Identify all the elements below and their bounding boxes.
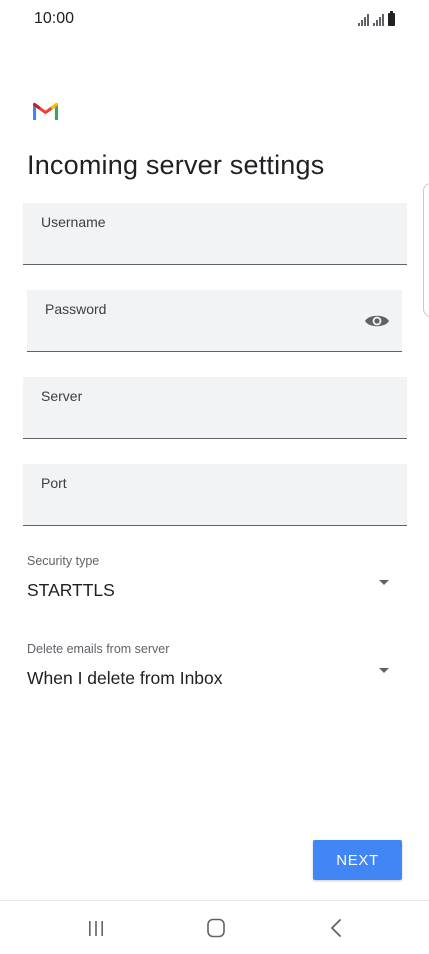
- port-input[interactable]: [41, 499, 363, 517]
- security-type-label: Security type: [27, 554, 100, 568]
- next-button[interactable]: NEXT: [313, 840, 402, 880]
- gmail-logo: [33, 102, 58, 120]
- edge-panel-handle[interactable]: [423, 183, 429, 317]
- server-field[interactable]: Server: [23, 377, 407, 439]
- port-field[interactable]: Port: [23, 464, 407, 526]
- delete-emails-label: Delete emails from server: [27, 642, 170, 656]
- home-icon[interactable]: [201, 915, 231, 941]
- username-input[interactable]: [41, 238, 363, 256]
- navigation-bar: [0, 901, 429, 954]
- screen: 10:00 Incoming server settings Username …: [0, 0, 429, 954]
- password-input[interactable]: [45, 325, 358, 343]
- battery-icon: [388, 11, 395, 26]
- signal-icon: [373, 14, 384, 26]
- status-icons: [358, 10, 395, 26]
- port-label: Port: [41, 475, 67, 491]
- server-label: Server: [41, 388, 83, 404]
- username-label: Username: [41, 214, 106, 230]
- password-field[interactable]: Password: [27, 290, 402, 352]
- caret-down-icon: [379, 668, 389, 673]
- recent-apps-icon[interactable]: [81, 915, 111, 941]
- status-bar: 10:00: [0, 0, 429, 40]
- username-field[interactable]: Username: [23, 203, 407, 265]
- delete-emails-value: When I delete from Inbox: [27, 668, 223, 688]
- signal-icon: [358, 14, 369, 26]
- eye-icon[interactable]: [364, 312, 390, 330]
- back-icon[interactable]: [321, 915, 351, 941]
- security-type-value: STARTTLS: [27, 580, 115, 600]
- server-input[interactable]: [41, 412, 363, 430]
- page-title: Incoming server settings: [27, 150, 325, 180]
- status-time: 10:00: [34, 10, 75, 27]
- caret-down-icon: [379, 580, 389, 585]
- security-type-select[interactable]: Security type STARTTLS: [27, 554, 397, 614]
- delete-emails-select[interactable]: Delete emails from server When I delete …: [27, 642, 397, 702]
- password-label: Password: [45, 301, 107, 317]
